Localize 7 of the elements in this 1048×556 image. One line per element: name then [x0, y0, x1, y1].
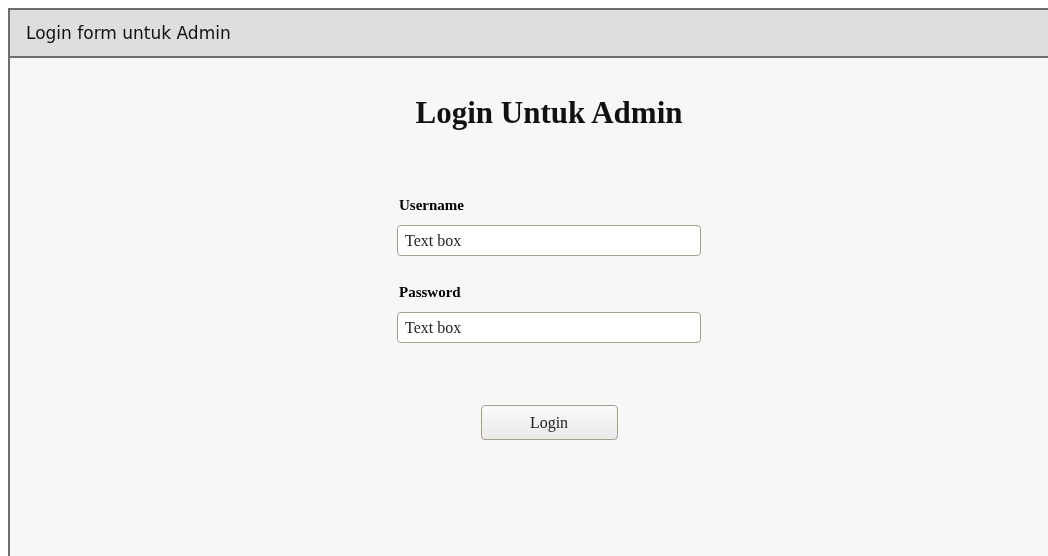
page-heading: Login Untuk Admin [415, 94, 683, 132]
login-button[interactable]: Login [480, 405, 618, 440]
input-field[interactable]: Text box [397, 225, 701, 256]
window-title: Login form untuk Admin [26, 23, 231, 43]
input-field[interactable]: Text box [397, 312, 701, 343]
field-label: Username [399, 196, 465, 215]
field-label: Password [399, 283, 462, 302]
